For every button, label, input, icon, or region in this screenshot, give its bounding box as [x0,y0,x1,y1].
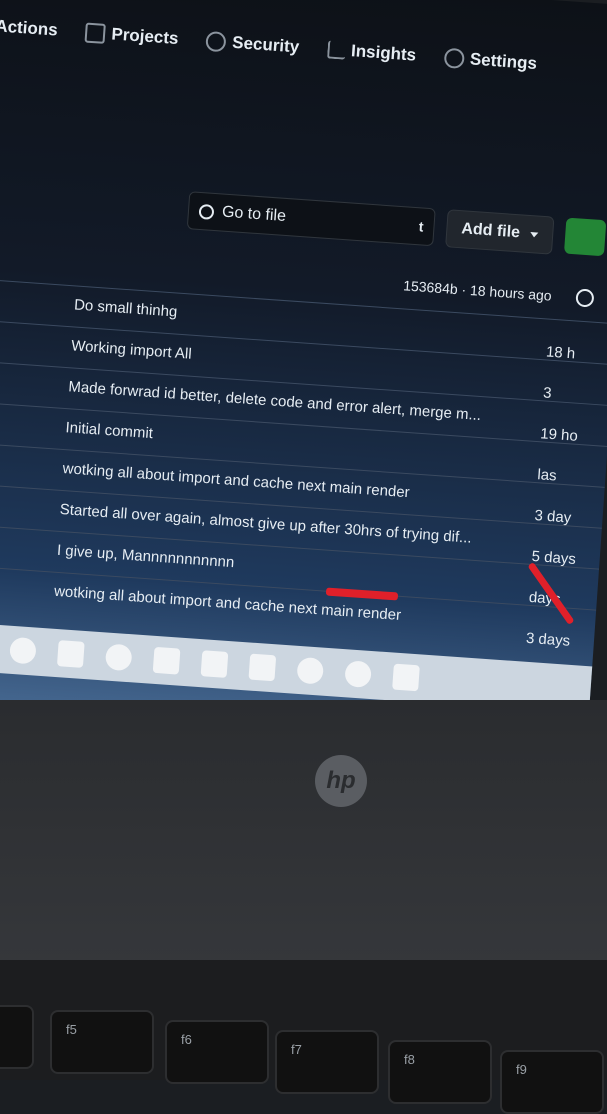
security-app-icon[interactable] [392,663,420,692]
file-list: Do small thinhg 18 h Working import All 3 … [0,277,607,651]
nav-settings[interactable]: Settings [443,47,538,74]
latest-commit: 153684b · 18 hours ago [403,276,595,308]
go-to-file-input[interactable]: Go to file t [186,191,436,247]
key-f8[interactable]: f8 [388,1040,492,1104]
key-label: f6 [181,1032,192,1047]
nav-security-label: Security [231,32,300,57]
store-icon[interactable] [248,653,277,682]
key-label: f8 [404,1052,415,1067]
nav-insights[interactable]: Insights [326,39,417,65]
vscode-icon[interactable] [152,646,181,675]
history-icon[interactable] [574,288,595,308]
repo-nav: Actions Projects Security Insights Setti… [0,16,538,74]
gear-icon [443,47,465,69]
key [0,1005,34,1069]
add-file-label: Add file [460,220,521,242]
go-to-file-placeholder: Go to file [221,203,287,225]
edge-icon[interactable] [104,643,133,672]
nav-projects-label: Projects [110,24,180,49]
nav-projects[interactable]: Projects [84,22,180,49]
key-f7[interactable]: f7 [275,1030,379,1094]
file-toolbar: Go to file t Add file [186,191,607,258]
key-label: f9 [516,1062,527,1077]
commit-time: 3 [542,384,553,402]
search-icon [198,203,215,220]
commit-time: 3 days [525,629,571,650]
shield-icon [205,31,227,53]
key-f9[interactable]: f9 [500,1050,604,1114]
nav-settings-label: Settings [469,49,538,74]
commit-message[interactable]: I give up, Mannnnnnnnnnn [56,542,234,571]
nav-security[interactable]: Security [205,31,300,57]
shortcut-key: t [418,218,425,235]
key-label: f7 [291,1042,302,1057]
laptop-screen: Actions Projects Security Insights Setti… [0,0,607,765]
nav-actions[interactable]: Actions [0,16,58,40]
chat-icon[interactable] [296,656,325,685]
folder-icon[interactable] [200,650,229,678]
browser-icon[interactable] [9,636,37,665]
key-f5[interactable]: f5 [50,1010,154,1074]
table-icon [84,22,107,44]
add-file-button[interactable]: Add file [445,209,555,255]
shield-app-icon[interactable] [56,640,85,668]
graph-icon [326,40,346,60]
chevron-down-icon [529,231,539,238]
commit-message[interactable]: Do small thinhg [74,296,178,320]
commit-message[interactable]: Working import All [71,337,192,362]
key-f6[interactable]: f6 [165,1020,269,1084]
key-label: f5 [66,1022,77,1037]
app-icon[interactable] [344,660,372,688]
code-button[interactable] [563,217,607,257]
commit-message[interactable]: Initial commit [65,419,154,442]
latest-commit-text[interactable]: 153684b · 18 hours ago [403,277,552,303]
nav-actions-label: Actions [0,16,59,40]
keyboard: f5 f6 f7 f8 f9 [0,960,607,1114]
nav-insights-label: Insights [350,41,417,65]
hp-logo: hp [315,755,367,807]
